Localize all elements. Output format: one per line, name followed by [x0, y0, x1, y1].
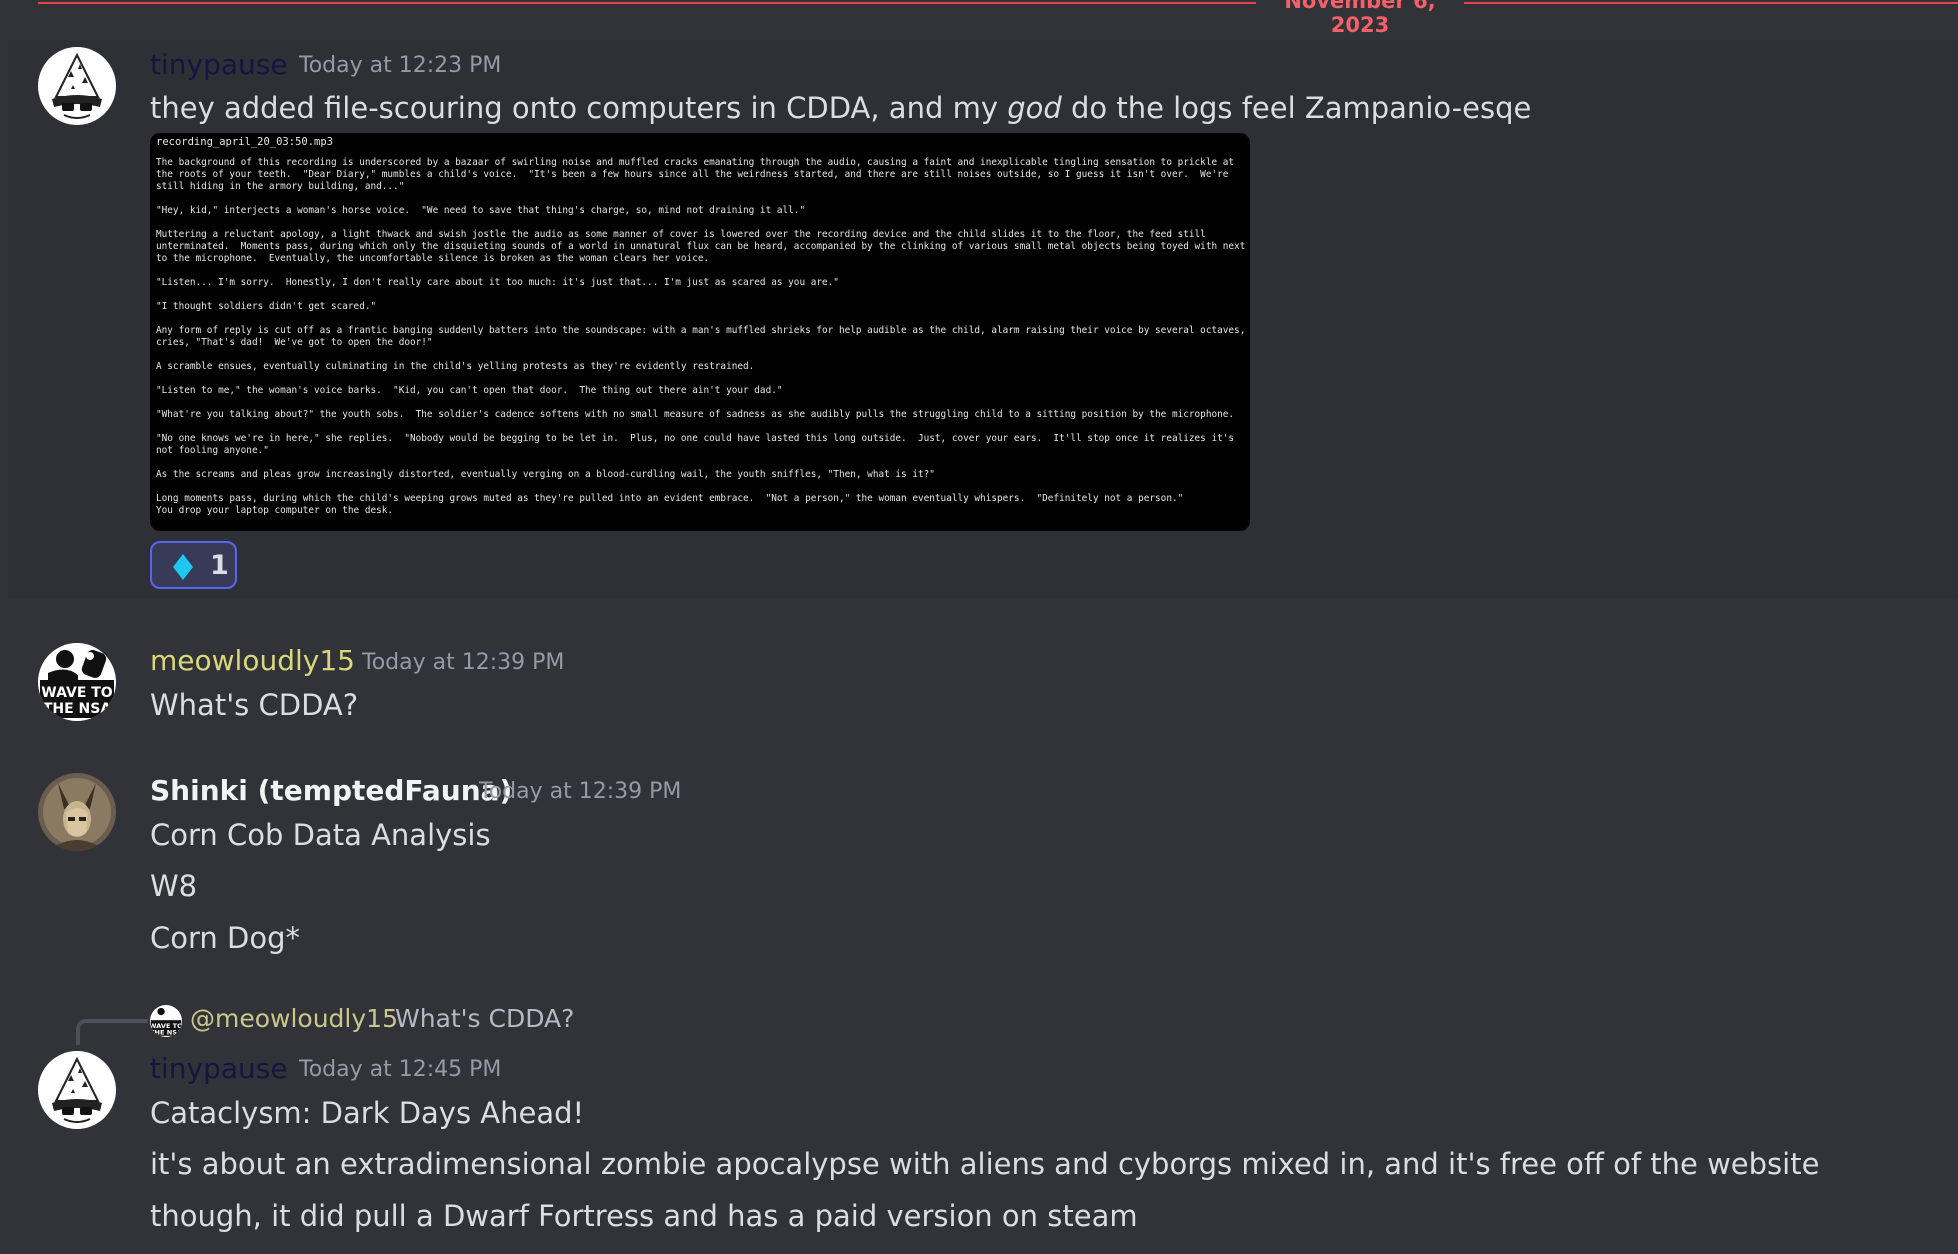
timestamp[interactable]: Today at 12:45 PM [299, 1056, 501, 1084]
username[interactable]: tinypause [150, 1052, 288, 1086]
attachment-paragraph: "I thought soldiers didn't get scared." [156, 301, 377, 312]
message-text: W8 [150, 869, 198, 903]
message-text: it's about an extradimensional zombie ap… [150, 1147, 1820, 1181]
attachment-paragraph: The background of this recording is unde… [156, 157, 1240, 192]
svg-text:THE NSA: THE NSA [43, 701, 112, 717]
date-divider: November 6, 2023 [0, 0, 1958, 37]
attachment-paragraph: A scramble ensues, eventually culminatin… [156, 361, 755, 372]
attachment-body: The background of this recording is unde… [156, 157, 1246, 529]
svg-text:WAVE TO: WAVE TO [41, 685, 113, 701]
image-attachment[interactable]: recording_april_20_03:50.mp3 The backgro… [150, 133, 1250, 531]
attachment-paragraph: "Listen... I'm sorry. Honestly, I don't … [156, 277, 839, 288]
svg-text:THE NSA: THE NSA [150, 1029, 182, 1037]
message-emphasis: god [1007, 91, 1062, 125]
message-text: What's CDDA? [150, 688, 359, 722]
timestamp[interactable]: Today at 12:39 PM [362, 649, 564, 677]
avatar-tinypause[interactable] [38, 47, 116, 125]
attachment-paragraph: "Listen to me," the woman's voice barks.… [156, 385, 783, 396]
reply-connector [76, 1019, 148, 1045]
message-text: Cataclysm: Dark Days Ahead! [150, 1096, 585, 1130]
username[interactable]: tinypause [150, 48, 288, 82]
avatar-tinypause[interactable] [38, 1051, 116, 1129]
divider-line-left [38, 2, 1256, 4]
message-text: though, it did pull a Dwarf Fortress and… [150, 1199, 1138, 1233]
message-text: they added file-scouring onto computers … [150, 91, 1008, 125]
timestamp[interactable]: Today at 12:39 PM [479, 778, 681, 806]
timestamp[interactable]: Today at 12:23 PM [299, 52, 501, 80]
avatar-shinki[interactable] [38, 773, 116, 851]
blue-diamond-icon [172, 554, 194, 584]
message-text: do the logs feel Zampanio-esqe [1061, 91, 1532, 125]
divider-line-right [1464, 2, 1958, 4]
attachment-paragraph: "Hey, kid," interjects a woman's horse v… [156, 205, 806, 216]
attachment-filename: recording_april_20_03:50.mp3 [156, 136, 334, 148]
username[interactable]: Shinki (temptedFauna) [150, 774, 512, 808]
message-text: Corn Dog* [150, 921, 300, 955]
avatar-meowloudly15[interactable]: WAVE TO THE NSA [38, 643, 116, 721]
attachment-paragraph: Muttering a reluctant apology, a light t… [156, 229, 1246, 264]
divider-date: November 6, 2023 [1284, 0, 1436, 37]
reply-preview-text[interactable]: What's CDDA? [395, 1003, 574, 1035]
reply-mention[interactable]: @meowloudly15 [190, 1003, 398, 1035]
message-text: Corn Cob Data Analysis [150, 818, 491, 852]
reaction-button[interactable]: 1 [150, 541, 237, 589]
message-content: they added file-scouring onto computers … [150, 90, 1531, 126]
reply-avatar-meowloudly15[interactable]: WAVE TO THE NSA [150, 1005, 182, 1037]
attachment-paragraph: Long moments pass, during which the chil… [156, 493, 1184, 516]
attachment-paragraph: "No one knows we're in here," she replie… [156, 433, 1240, 456]
attachment-paragraph: Any form of reply is cut off as a franti… [156, 325, 1246, 348]
attachment-paragraph: "What're you talking about?" the youth s… [156, 409, 1235, 420]
attachment-paragraph: As the screams and pleas grow increasing… [156, 469, 935, 480]
username[interactable]: meowloudly15 [150, 644, 355, 678]
reaction-count: 1 [210, 550, 229, 581]
